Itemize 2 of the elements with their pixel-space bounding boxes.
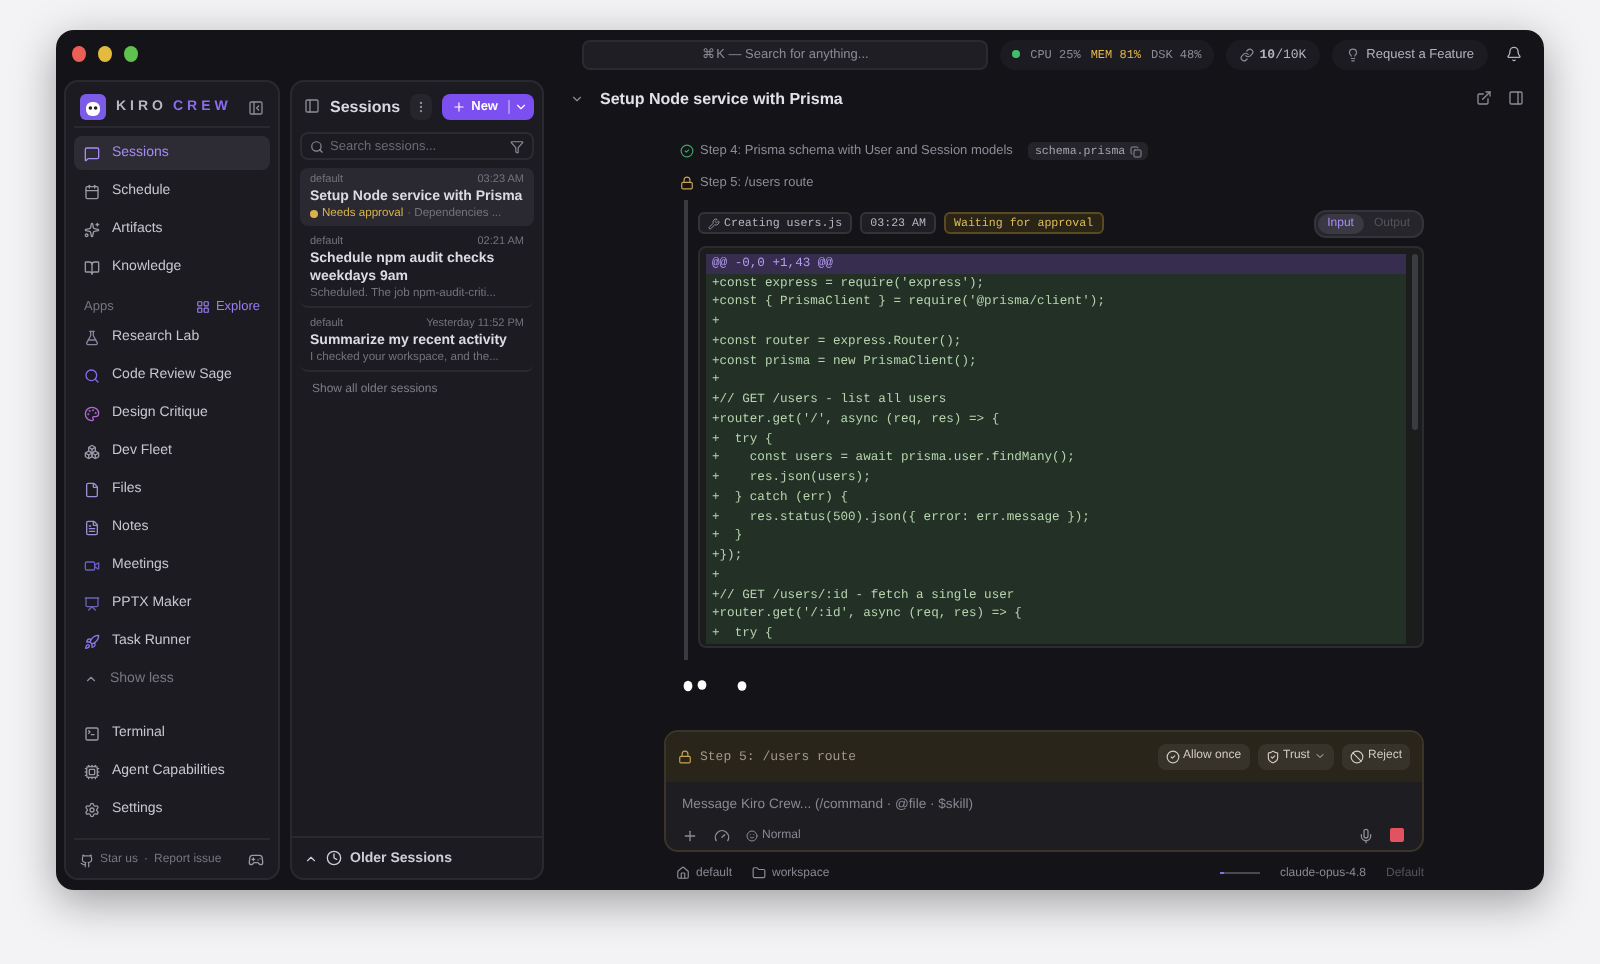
- sessions-title: Sessions: [330, 97, 401, 115]
- session-heading: Setup Node service with Prisma: [600, 89, 845, 108]
